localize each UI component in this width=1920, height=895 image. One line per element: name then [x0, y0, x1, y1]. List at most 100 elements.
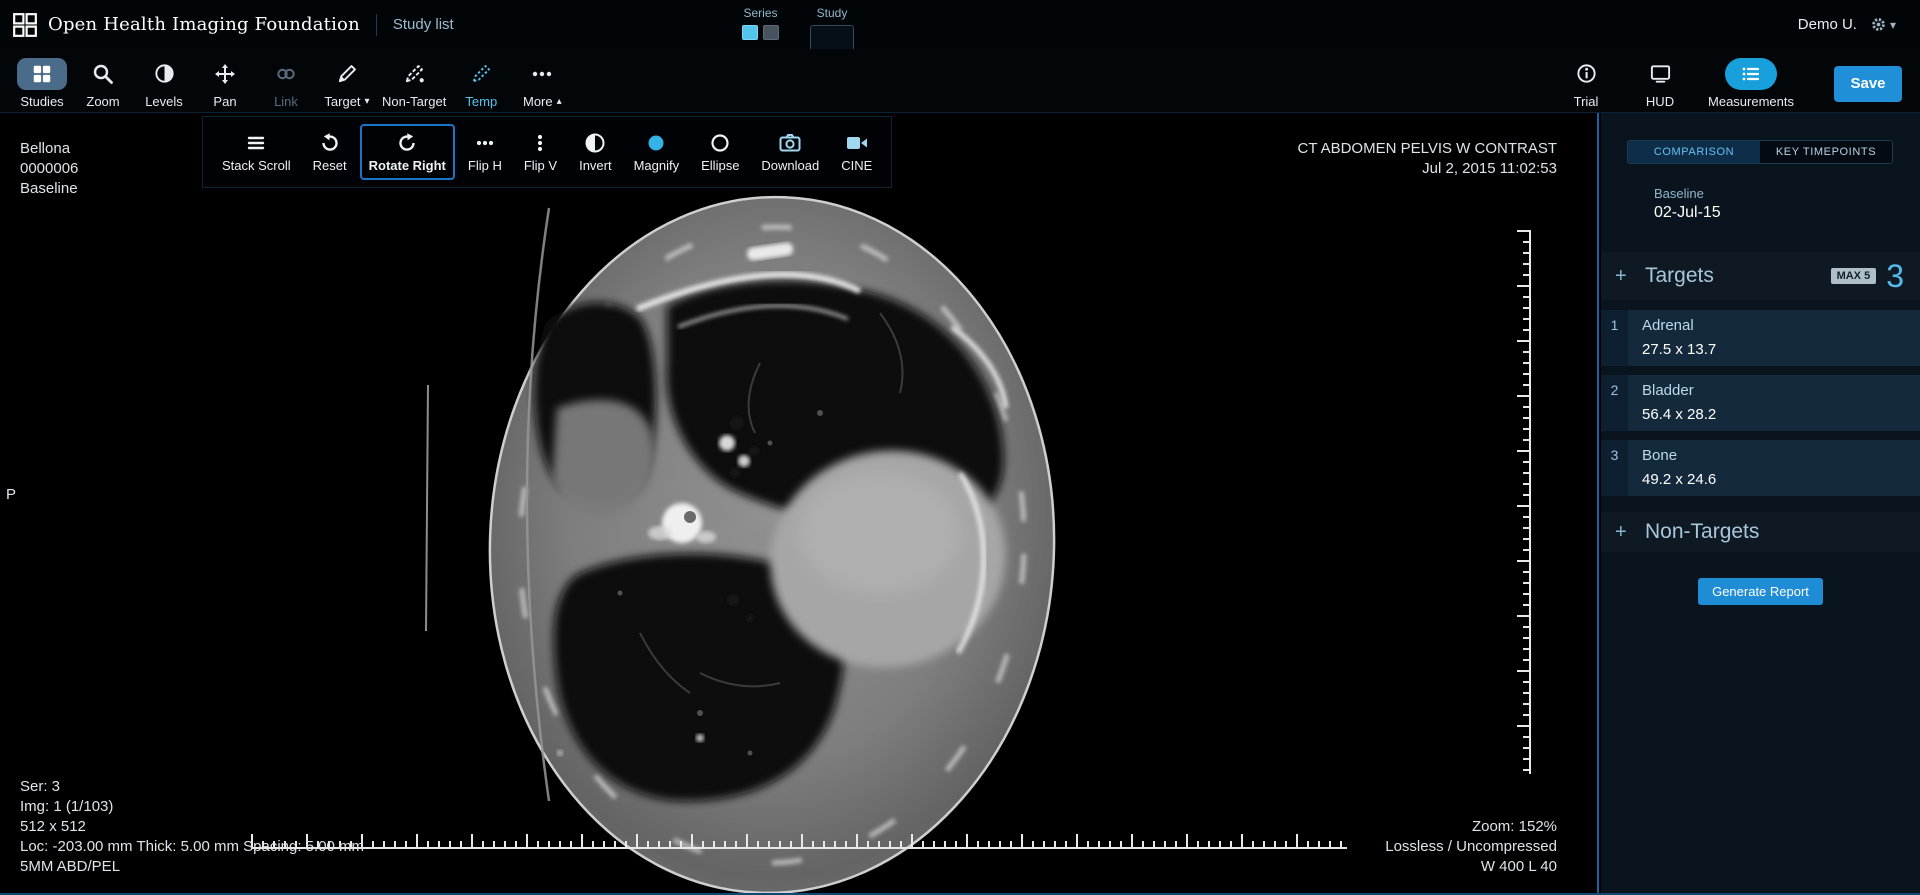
toolbar-link-button[interactable]: Link: [260, 53, 312, 109]
target-measurement: 49.2 x 24.6: [1642, 471, 1716, 488]
overlay-patient-info: Bellona 0000006 Baseline: [20, 139, 78, 199]
vertical-scale-ruler: [1517, 230, 1531, 774]
header-divider: [376, 14, 377, 36]
timepoint-label: Baseline: [1654, 186, 1920, 201]
rotate-right-icon: [395, 131, 419, 155]
save-button[interactable]: Save: [1834, 66, 1902, 102]
ohif-grid-logo-icon: [12, 12, 38, 38]
app-title: Open Health Imaging Foundation: [48, 14, 360, 35]
temp-pencil-icon: [456, 58, 507, 90]
overlay-image-info: Ser: 3 Img: 1 (1/103) 512 x 512 Loc: -20…: [20, 777, 364, 877]
target-row-adrenal[interactable]: 1 Adrenal 27.5 x 13.7: [1601, 310, 1920, 366]
toolbar-non-target-button[interactable]: Non-Target: [382, 53, 446, 109]
info-icon: [1561, 58, 1612, 90]
tool-reset[interactable]: Reset: [304, 124, 356, 180]
max-targets-badge: MAX 5: [1831, 268, 1877, 284]
target-name: Bone: [1642, 447, 1716, 464]
main-toolbar: Studies Zoom Levels: [0, 49, 1920, 113]
timepoint-block: Baseline 02-Jul-15: [1654, 186, 1920, 222]
contrast-icon: [139, 58, 190, 90]
tool-ellipse[interactable]: Ellipse: [692, 124, 748, 180]
targets-title: Targets: [1645, 264, 1714, 288]
compression-status: Lossless / Uncompressed: [1385, 837, 1557, 857]
image-number: Img: 1 (1/103): [20, 797, 364, 817]
expand-plus-icon[interactable]: +: [1615, 521, 1645, 544]
study-datetime: Jul 2, 2015 11:02:53: [1298, 159, 1557, 179]
targets-list: 1 Adrenal 27.5 x 13.7 2 Bladder 56.4 x 2…: [1601, 310, 1920, 496]
image-resolution: 512 x 512: [20, 817, 364, 837]
tool-cine[interactable]: CINE: [832, 124, 881, 180]
series-panel: Series: [742, 6, 779, 40]
ellipsis-icon: [516, 58, 568, 90]
tool-stack-scroll[interactable]: Stack Scroll: [213, 124, 300, 180]
target-measurement: 27.5 x 13.7: [1642, 341, 1716, 358]
video-icon: [845, 131, 869, 155]
patient-name: Bellona: [20, 139, 78, 159]
toolbar-target-button[interactable]: Target ▾: [321, 53, 373, 109]
study-label: Study: [810, 6, 854, 20]
toolbar-more-button[interactable]: More ▴: [516, 53, 568, 109]
grid-icon: [17, 58, 67, 90]
toolbar-levels-button[interactable]: Levels: [138, 53, 190, 109]
toolbar-studies-button[interactable]: Studies: [16, 53, 68, 109]
move-arrows-icon: [199, 58, 251, 90]
ct-viewport[interactable]: Bellona 0000006 Baseline CT ABDOMEN PELV…: [0, 113, 1599, 895]
target-pencil-icon: [322, 58, 373, 90]
list-icon: [1725, 58, 1777, 90]
series-label: Series: [742, 6, 779, 20]
target-row-bladder[interactable]: 2 Bladder 56.4 x 28.2: [1601, 375, 1920, 431]
tool-rotate-right[interactable]: Rotate Right: [360, 124, 455, 180]
filled-circle-icon: [644, 131, 668, 155]
ohif-viewer-page: Open Health Imaging Foundation Study lis…: [0, 0, 1920, 895]
tool-download[interactable]: Download: [752, 124, 828, 180]
overlay-display-info: Zoom: 152% Lossless / Uncompressed W 400…: [1385, 817, 1557, 877]
tool-invert[interactable]: Invert: [570, 124, 621, 180]
target-number: 2: [1601, 375, 1628, 431]
targets-section-header[interactable]: + Targets MAX 5 3: [1601, 252, 1920, 300]
slice-location: Loc: -203.00 mm Thick: 5.00 mm Spacing: …: [20, 837, 364, 857]
series-description: 5MM ABD/PEL: [20, 857, 364, 877]
toolbar-pan-button[interactable]: Pan: [199, 53, 251, 109]
expand-plus-icon[interactable]: +: [1615, 265, 1645, 288]
generate-report-button[interactable]: Generate Report: [1698, 578, 1823, 605]
gear-icon[interactable]: ▾: [1869, 15, 1896, 34]
toolbar-measurements-button[interactable]: Measurements: [1708, 53, 1794, 109]
chevron-down-icon: ▾: [365, 96, 370, 107]
tool-flip-h[interactable]: Flip H: [459, 124, 511, 180]
orientation-marker: P: [6, 485, 16, 505]
link-icon: [260, 58, 312, 90]
sidebar-tabs: COMPARISON KEY TIMEPOINTS: [1627, 140, 1893, 164]
tool-magnify[interactable]: Magnify: [625, 124, 689, 180]
toolbar-hud-button[interactable]: HUD: [1634, 53, 1686, 109]
undo-icon: [318, 131, 342, 155]
tab-comparison[interactable]: COMPARISON: [1628, 141, 1760, 163]
study-list-link[interactable]: Study list: [393, 16, 454, 33]
series-thumbnail-active[interactable]: [742, 25, 758, 40]
target-name: Adrenal: [1642, 317, 1716, 334]
tab-key-timepoints[interactable]: KEY TIMEPOINTS: [1760, 141, 1892, 163]
target-measurement: 56.4 x 28.2: [1642, 406, 1716, 423]
toolbar-temp-button[interactable]: Temp: [455, 53, 507, 109]
measurements-sidebar: COMPARISON KEY TIMEPOINTS Baseline 02-Ju…: [1601, 113, 1920, 895]
non-target-pencil-icon: [389, 58, 440, 90]
toolbar-zoom-button[interactable]: Zoom: [77, 53, 129, 109]
bars-icon: [244, 131, 268, 155]
dots-h-icon: [473, 131, 497, 155]
hud-icon: [1635, 58, 1686, 90]
user-name[interactable]: Demo U.: [1798, 16, 1857, 33]
series-thumbnail[interactable]: [763, 25, 779, 40]
target-row-bone[interactable]: 3 Bone 49.2 x 24.6: [1601, 440, 1920, 496]
zoom-level: Zoom: 152%: [1385, 817, 1557, 837]
invert-icon: [583, 131, 607, 155]
more-tools-panel: Stack Scroll Reset Rotate Right: [202, 116, 892, 188]
tool-flip-v[interactable]: Flip V: [515, 124, 566, 180]
app-logo[interactable]: Open Health Imaging Foundation: [12, 12, 360, 38]
toolbar-trial-button[interactable]: Trial: [1560, 53, 1612, 109]
non-targets-section-header[interactable]: + Non-Targets: [1601, 512, 1920, 552]
chevron-down-icon: ▾: [1890, 18, 1896, 32]
study-description: CT ABDOMEN PELVIS W CONTRAST: [1298, 139, 1557, 159]
target-name: Bladder: [1642, 382, 1716, 399]
target-number: 3: [1601, 440, 1628, 496]
magnifier-icon: [77, 58, 129, 90]
horizontal-scale-ruler: [251, 834, 1347, 849]
